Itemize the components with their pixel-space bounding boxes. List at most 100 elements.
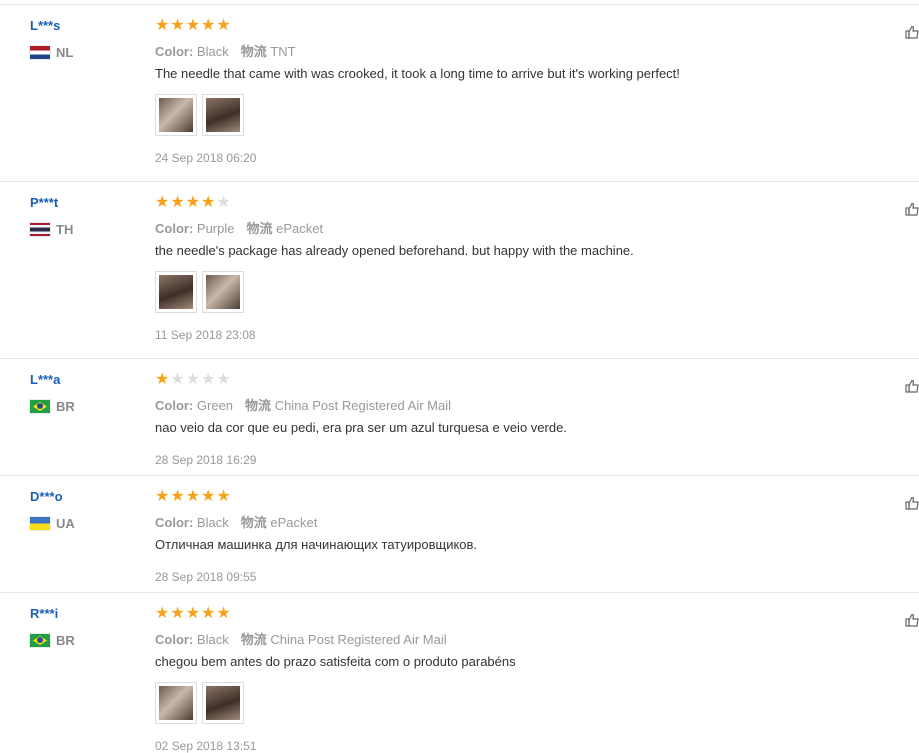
review-date: 24 Sep 2018 06:20	[155, 151, 257, 165]
thumbs-up-icon[interactable]	[905, 613, 919, 627]
review-date: 28 Sep 2018 16:29	[155, 453, 257, 467]
star-icon: ★	[201, 488, 216, 505]
star-icon: ★	[216, 605, 231, 622]
star-icon: ★	[185, 488, 201, 505]
thumbs-up-icon[interactable]	[905, 496, 919, 510]
order-info: Color: Purple 物流 ePacket	[155, 218, 323, 237]
thailand-flag-icon	[30, 223, 50, 236]
reviewer-country: UA	[30, 516, 75, 531]
color-value: Black	[196, 515, 229, 530]
star-icon: ★	[155, 488, 170, 505]
review-photos	[155, 682, 249, 724]
review-item: R***i BR ★ ★ ★ ★ ★ Color: Black 物流 China Post Re…	[0, 592, 919, 753]
color-label: Color:	[155, 515, 194, 530]
review-item: D***o UA ★ ★ ★ ★ ★ Color: Black 物流 ePacket Отличн…	[0, 475, 919, 592]
review-photo-thumbnail[interactable]	[155, 271, 197, 313]
reviewer-name[interactable]: P***t	[30, 195, 58, 210]
star-icon: ★	[170, 194, 185, 211]
review-date: 11 Sep 2018 23:08	[155, 328, 256, 342]
review-item: L***s NL ★ ★ ★ ★ ★ Color: Black 物流 TNT The needle…	[0, 4, 919, 181]
country-code: NL	[56, 45, 74, 60]
color-value: Black	[196, 632, 229, 647]
netherlands-flag-icon	[30, 46, 50, 59]
star-rating: ★ ★ ★ ★ ★	[155, 194, 232, 212]
star-icon: ★	[201, 605, 216, 622]
reviewer-name[interactable]: D***o	[30, 489, 63, 504]
star-rating: ★ ★ ★ ★ ★	[155, 488, 232, 506]
star-icon: ★	[201, 371, 216, 388]
star-icon: ★	[170, 605, 185, 622]
review-photos	[155, 271, 249, 313]
brazil-flag-icon	[30, 400, 50, 413]
color-value: Purple	[196, 221, 235, 236]
color-label: Color:	[155, 44, 194, 59]
ukraine-flag-icon	[30, 517, 50, 530]
star-icon: ★	[185, 194, 201, 211]
review-photo-thumbnail[interactable]	[155, 682, 197, 724]
star-icon: ★	[216, 488, 231, 505]
review-item: P***t TH ★ ★ ★ ★ ★ Color: Purple 物流 ePacket the n…	[0, 181, 919, 358]
logistics-value: China Post Registered Air Mail	[270, 632, 447, 647]
reviewer-name[interactable]: L***a	[30, 372, 60, 387]
review-date: 28 Sep 2018 09:55	[155, 570, 257, 584]
star-rating: ★ ★ ★ ★ ★	[155, 371, 232, 389]
country-code: BR	[56, 399, 75, 414]
color-label: Color:	[155, 398, 194, 413]
review-photo-thumbnail[interactable]	[155, 94, 197, 136]
star-icon: ★	[216, 371, 231, 388]
logistics-value: TNT	[270, 44, 296, 59]
reviewer-name[interactable]: R***i	[30, 606, 58, 621]
order-info: Color: Black 物流 TNT	[155, 41, 296, 60]
review-photo-thumbnail[interactable]	[202, 682, 244, 724]
country-code: UA	[56, 516, 75, 531]
star-rating: ★ ★ ★ ★ ★	[155, 17, 232, 35]
reviewer-name[interactable]: L***s	[30, 18, 60, 33]
review-photo-thumbnail[interactable]	[202, 271, 244, 313]
star-icon: ★	[170, 488, 185, 505]
thumbs-up-icon[interactable]	[905, 25, 919, 39]
review-text: The needle that came with was crooked, i…	[155, 66, 680, 81]
logistics-label: 物流	[245, 398, 272, 413]
star-icon: ★	[201, 17, 216, 34]
reviewer-country: BR	[30, 633, 75, 648]
color-value: Black	[196, 44, 229, 59]
thumbs-up-icon[interactable]	[905, 202, 919, 216]
reviewer-country: TH	[30, 222, 73, 237]
reviewer-country: BR	[30, 399, 75, 414]
review-text: nao veio da cor que eu pedi, era pra ser…	[155, 420, 567, 435]
color-value: Green	[196, 398, 234, 413]
star-icon: ★	[170, 371, 185, 388]
review-date: 02 Sep 2018 13:51	[155, 739, 257, 753]
star-icon: ★	[170, 17, 185, 34]
review-text: chegou bem antes do prazo satisfeita com…	[155, 654, 516, 669]
thumbs-up-icon[interactable]	[905, 379, 919, 393]
logistics-value: ePacket	[270, 515, 318, 530]
logistics-value: China Post Registered Air Mail	[274, 398, 451, 413]
country-code: BR	[56, 633, 75, 648]
star-icon: ★	[185, 17, 201, 34]
star-icon: ★	[155, 17, 170, 34]
logistics-label: 物流	[240, 44, 267, 59]
star-rating: ★ ★ ★ ★ ★	[155, 605, 232, 623]
order-info: Color: Black 物流 China Post Registered Air…	[155, 629, 447, 648]
order-info: Color: Green 物流 China Post Registered Air…	[155, 395, 451, 414]
star-icon: ★	[155, 194, 170, 211]
review-photos	[155, 94, 249, 136]
star-icon: ★	[185, 605, 201, 622]
color-label: Color:	[155, 632, 194, 647]
star-icon: ★	[155, 605, 170, 622]
star-icon: ★	[155, 371, 170, 388]
review-text: Отличная машинка для начинающих татуиров…	[155, 537, 478, 552]
star-icon: ★	[216, 194, 231, 211]
color-label: Color:	[155, 221, 194, 236]
review-photo-thumbnail[interactable]	[202, 94, 244, 136]
logistics-value: ePacket	[276, 221, 324, 236]
logistics-label: 物流	[246, 221, 273, 236]
logistics-label: 物流	[240, 515, 267, 530]
brazil-flag-icon	[30, 634, 50, 647]
review-text: the needle's package has already opened …	[155, 243, 634, 258]
star-icon: ★	[216, 17, 231, 34]
review-item: L***a BR ★ ★ ★ ★ ★ Color: Green 物流 China Post Re…	[0, 358, 919, 475]
country-code: TH	[56, 222, 74, 237]
logistics-label: 物流	[240, 632, 267, 647]
